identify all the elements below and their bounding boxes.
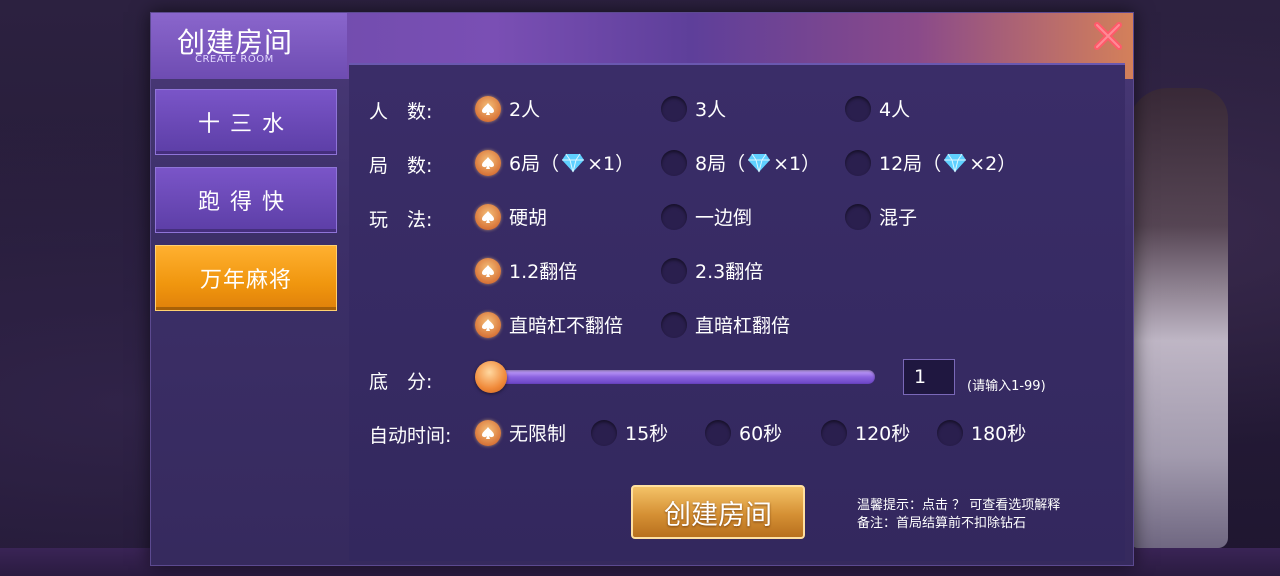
base-score-slider[interactable] bbox=[491, 370, 875, 384]
radio-selected-icon bbox=[475, 257, 501, 284]
auto-time-option-label: 120秒 bbox=[855, 423, 911, 445]
auto-time-option-label: 60秒 bbox=[739, 423, 783, 445]
rounds-option-8[interactable]: 8局 （ ×1） bbox=[661, 149, 820, 176]
radio-selected-icon bbox=[475, 149, 501, 176]
sidebar-item-paodekuai[interactable]: 跑得快 bbox=[155, 167, 337, 233]
rule-option-hunzi[interactable]: 混子 bbox=[845, 203, 917, 230]
paren-open: （ bbox=[922, 153, 942, 175]
auto-time-option-label: 15秒 bbox=[625, 423, 669, 445]
radio-empty-icon bbox=[845, 95, 871, 122]
create-room-dialog: 创建房间 CREATE ROOM 十三水 跑得快 万年麻将 人 数: 2人 3人… bbox=[150, 12, 1134, 566]
base-score-input[interactable] bbox=[903, 359, 955, 395]
base-score-label: 底 分: bbox=[369, 371, 433, 393]
radio-empty-icon bbox=[661, 203, 687, 230]
tip-text: 温馨提示：点击 ？ 可查看选项解释 bbox=[857, 498, 1061, 513]
radio-empty-icon bbox=[661, 149, 687, 176]
close-icon bbox=[1094, 22, 1122, 50]
auto-time-option-label: 180秒 bbox=[971, 423, 1027, 445]
rule-option-label: 一边倒 bbox=[695, 207, 753, 229]
radio-empty-icon bbox=[845, 149, 871, 176]
rule-option-label: 1.2翻倍 bbox=[509, 261, 578, 283]
rounds-option-label: 8局 bbox=[695, 153, 727, 175]
radio-empty-icon bbox=[845, 203, 871, 230]
rule-option-label: 2.3翻倍 bbox=[695, 261, 764, 283]
create-room-button[interactable]: 创建房间 bbox=[631, 485, 805, 539]
sidebar-item-wannian-mahjong[interactable]: 万年麻将 bbox=[155, 245, 337, 311]
close-button[interactable] bbox=[1091, 19, 1125, 53]
radio-empty-icon bbox=[821, 419, 847, 446]
diamond-cost: ×2） bbox=[969, 153, 1017, 175]
rounds-option-label: 6局 bbox=[509, 153, 541, 175]
radio-empty-icon bbox=[661, 257, 687, 284]
auto-time-label: 自动时间: bbox=[369, 425, 452, 447]
base-score-hint: (请输入1-99) bbox=[967, 379, 1046, 394]
players-option-label: 3人 bbox=[695, 99, 727, 121]
players-label: 人 数: bbox=[369, 101, 433, 123]
rule-option-yibiandao[interactable]: 一边倒 bbox=[661, 203, 752, 230]
auto-time-option-label: 无限制 bbox=[509, 423, 567, 445]
rule-option-label: 直暗杠翻倍 bbox=[695, 315, 791, 337]
rule-option-1-2-double[interactable]: 1.2翻倍 bbox=[475, 257, 577, 284]
auto-time-option-180[interactable]: 180秒 bbox=[937, 419, 1026, 446]
auto-time-option-60[interactable]: 60秒 bbox=[705, 419, 782, 446]
sidebar-item-shisanshui[interactable]: 十三水 bbox=[155, 89, 337, 155]
radio-empty-icon bbox=[591, 419, 617, 446]
players-option-2[interactable]: 2人 bbox=[475, 95, 540, 122]
rounds-option-label: 12局 bbox=[879, 153, 923, 175]
radio-empty-icon bbox=[661, 311, 687, 338]
dialog-subtitle: CREATE ROOM bbox=[195, 54, 274, 65]
base-score-slider-handle[interactable] bbox=[475, 361, 507, 393]
rule-option-label: 混子 bbox=[879, 207, 918, 229]
rule-option-label: 硬胡 bbox=[509, 207, 548, 229]
rules-label: 玩 法: bbox=[369, 209, 433, 231]
radio-selected-icon bbox=[475, 419, 501, 446]
radio-empty-icon bbox=[661, 95, 687, 122]
note-text: 备注：首局结算前不扣除钻石 bbox=[857, 516, 1027, 531]
players-option-label: 2人 bbox=[509, 99, 541, 121]
rounds-label: 局 数: bbox=[369, 155, 433, 177]
rule-option-label: 直暗杠不翻倍 bbox=[509, 315, 624, 337]
auto-time-option-15[interactable]: 15秒 bbox=[591, 419, 668, 446]
rule-option-double-gang[interactable]: 直暗杠翻倍 bbox=[661, 311, 790, 338]
rule-option-2-3-double[interactable]: 2.3翻倍 bbox=[661, 257, 763, 284]
radio-selected-icon bbox=[475, 203, 501, 230]
background-character bbox=[1128, 88, 1228, 548]
radio-empty-icon bbox=[705, 419, 731, 446]
diamond-icon bbox=[562, 153, 585, 172]
radio-selected-icon bbox=[475, 311, 501, 338]
rule-option-yinghu[interactable]: 硬胡 bbox=[475, 203, 547, 230]
auto-time-option-unlimited[interactable]: 无限制 bbox=[475, 419, 566, 446]
paren-open: （ bbox=[726, 153, 746, 175]
diamond-cost: ×1） bbox=[587, 153, 635, 175]
rounds-option-12[interactable]: 12局 （ ×2） bbox=[845, 149, 1016, 176]
diamond-cost: ×1） bbox=[773, 153, 821, 175]
auto-time-option-120[interactable]: 120秒 bbox=[821, 419, 910, 446]
rounds-option-6[interactable]: 6局 （ ×1） bbox=[475, 149, 634, 176]
players-option-3[interactable]: 3人 bbox=[661, 95, 726, 122]
diamond-icon bbox=[944, 153, 967, 172]
players-option-label: 4人 bbox=[879, 99, 911, 121]
rule-option-no-double-gang[interactable]: 直暗杠不翻倍 bbox=[475, 311, 623, 338]
diamond-icon bbox=[748, 153, 771, 172]
radio-selected-icon bbox=[475, 95, 501, 122]
game-sidebar: 十三水 跑得快 万年麻将 bbox=[155, 89, 337, 323]
paren-open: （ bbox=[540, 153, 560, 175]
radio-empty-icon bbox=[937, 419, 963, 446]
players-option-4[interactable]: 4人 bbox=[845, 95, 910, 122]
